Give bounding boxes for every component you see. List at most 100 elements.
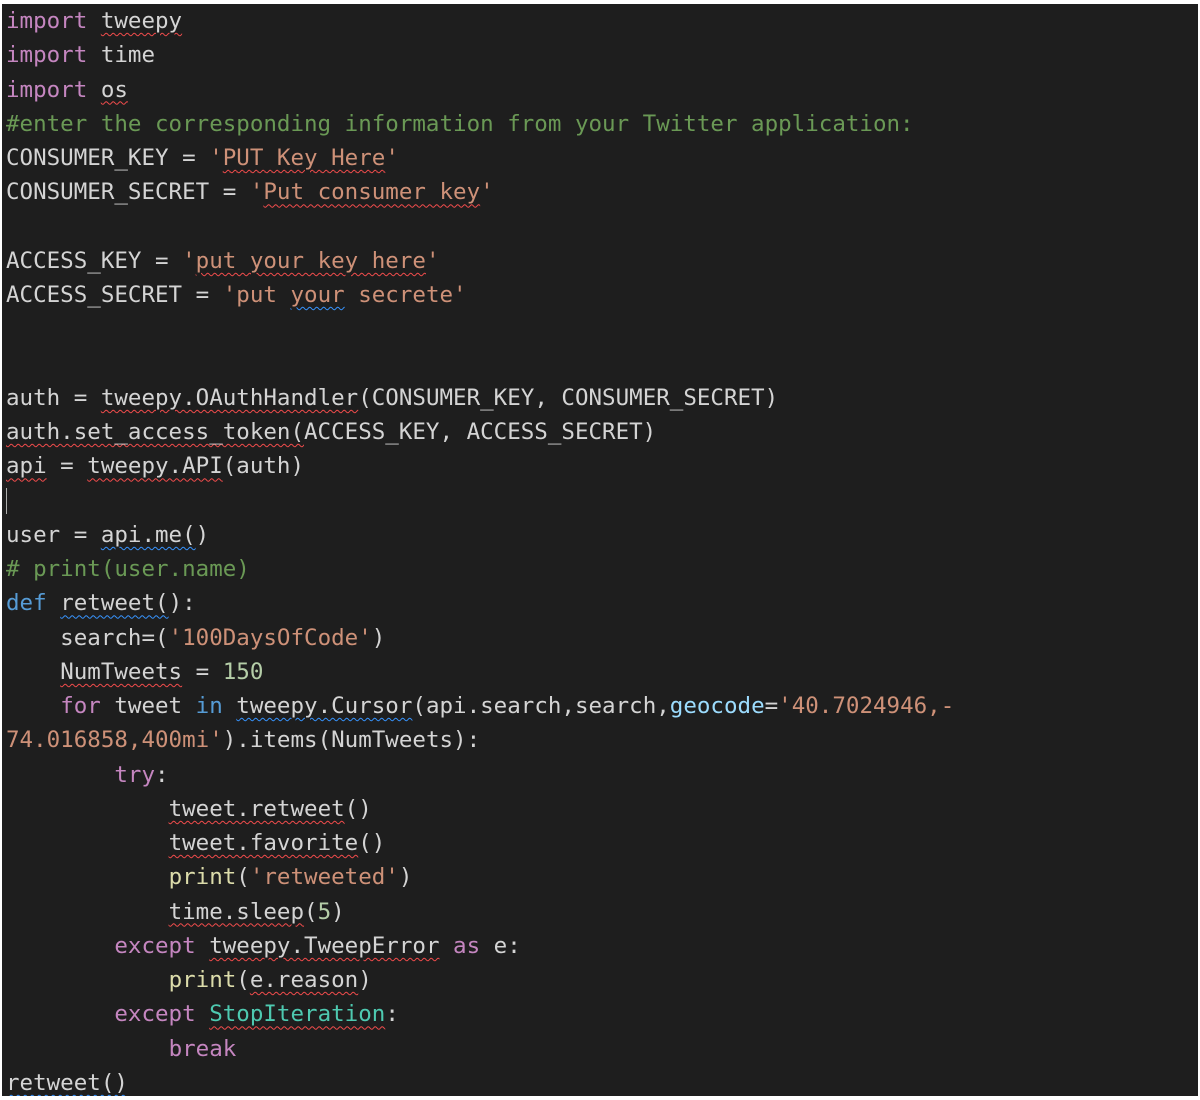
code-line[interactable]: def retweet(): [6,586,1198,620]
code-line[interactable]: 74.016858,400mi').items(NumTweets): [6,723,1198,757]
code-token: e: [480,932,521,959]
code-line[interactable]: ACCESS_SECRET = 'put your secrete' [6,278,1198,312]
code-token: ) [195,521,210,548]
code-token: () [358,830,386,856]
code-line[interactable]: time.sleep(5) [6,895,1198,929]
code-token: tweet.retweet [168,795,345,822]
code-line[interactable]: auth = tweepy.OAuthHandler(CONSUMER_KEY,… [6,381,1198,415]
code-token: ' [425,247,440,274]
code-token: = [182,658,223,685]
code-token: CONSUMER_SECRET = [6,179,250,206]
code-line[interactable] [6,484,1198,518]
code-token: api [6,453,47,480]
code-token: auth = [6,384,101,411]
code-token: NumTweets [60,658,183,685]
code-line[interactable]: print('retweeted') [6,860,1198,894]
code-token: ( [236,967,250,993]
code-line[interactable]: retweet() [6,1066,1198,1096]
code-line[interactable]: search=('100DaysOfCode') [6,621,1198,655]
code-token: geocode [669,693,765,719]
code-line[interactable]: print(e.reason) [6,963,1198,997]
code-token: (api.search,search, [412,693,670,719]
code-token: (auth) [222,453,305,480]
code-line[interactable]: # print(user.name) [6,552,1198,586]
code-token: as [453,932,481,959]
code-lines[interactable]: import tweepy import time import os #enter … [6,4,1198,1096]
code-token: 'put [222,282,291,308]
code-token: 5 [317,898,332,925]
code-token: ACCESS_SECRET = [6,282,223,308]
code-token: import [6,8,88,34]
code-token: tweet [100,693,196,719]
code-line[interactable]: import os [6,73,1198,107]
code-token: secrete' [344,282,467,308]
code-token: your [290,282,345,308]
code-token: ' [480,179,494,206]
code-line[interactable]: CONSUMER_SECRET = 'Put consumer key' [6,175,1198,209]
code-token: 150 [222,658,264,685]
code-token: ' [249,179,264,206]
code-token: except [114,1001,196,1028]
code-token: ACCESS_KEY, ACCESS_SECRET) [304,419,657,445]
code-line[interactable]: ACCESS_KEY = 'put your key here' [6,244,1198,278]
code-token: retweet( [60,590,169,617]
code-line[interactable]: NumTweets = 150 [6,655,1198,689]
code-line[interactable]: import time [6,38,1198,72]
code-token: e.reason [249,967,359,993]
code-line[interactable]: for tweet in tweepy.Cursor(api.search,se… [6,689,1198,723]
code-token: '100DaysOfCode' [168,624,372,651]
code-line[interactable] [6,210,1198,244]
code-token: print [168,967,237,993]
code-token: PUT Key Here [222,145,386,171]
code-line[interactable]: CONSUMER_KEY = 'PUT Key Here' [6,141,1198,175]
code-token: tweet.favorite [168,830,359,856]
code-line[interactable]: tweet.retweet() [6,792,1198,826]
code-token: in [195,693,223,719]
code-line[interactable]: user = api.me() [6,518,1198,552]
code-token: time [87,42,156,69]
code-line[interactable] [6,347,1198,381]
code-token: CONSUMER_KEY = [6,145,210,171]
code-token: ' [385,145,399,171]
code-token: break [168,1035,237,1062]
code-token: search=( [6,624,169,651]
code-token: ).items(NumTweets): [222,727,481,754]
code-line[interactable]: try: [6,758,1198,792]
code-line[interactable]: except tweepy.TweepError as e: [6,929,1198,963]
code-token: api.me( [100,521,196,548]
code-line[interactable]: auth.set_access_token(ACCESS_KEY, ACCESS… [6,415,1198,449]
code-line[interactable]: break [6,1032,1198,1066]
code-editor[interactable]: import tweepy import time import os #enter … [2,4,1198,1096]
code-line[interactable] [6,312,1198,346]
code-token: ): [168,590,196,617]
code-token: for [60,693,101,719]
code-token: : [385,1001,399,1028]
code-token: 'retweeted' [249,864,399,891]
code-token: ACCESS_KEY = [6,247,183,274]
code-token: ) [358,967,372,993]
code-token: def [6,590,47,617]
code-token: except [114,932,196,959]
code-token: ' [209,145,223,171]
code-line[interactable]: except StopIteration: [6,997,1198,1031]
code-token: ' [182,247,196,274]
code-token: tweepy.Cursor [236,693,413,719]
code-line[interactable]: api = tweepy.API(auth) [6,449,1198,483]
code-line[interactable]: import tweepy [6,4,1198,38]
code-token: = [764,693,779,719]
code-line[interactable]: #enter the corresponding information fro… [6,107,1198,141]
code-token: (CONSUMER_KEY, CONSUMER_SECRET) [358,384,779,411]
code-token: retweet() [6,1069,128,1096]
code-line[interactable]: tweet.favorite() [6,826,1198,860]
